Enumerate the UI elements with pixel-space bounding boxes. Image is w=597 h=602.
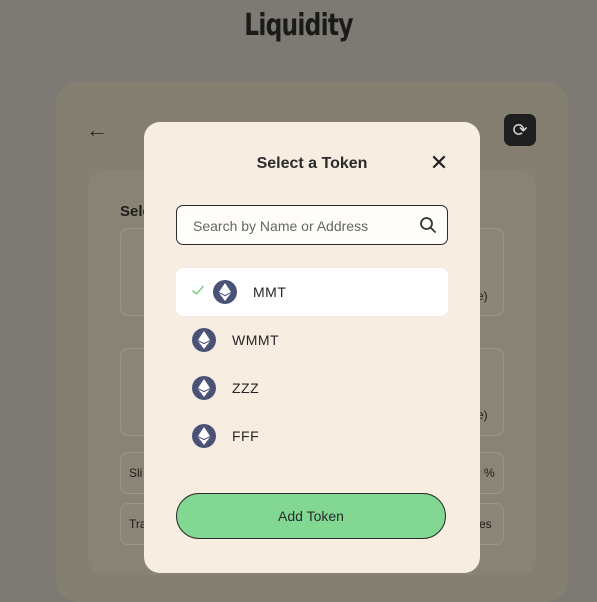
token-label: FFF [232,428,260,444]
token-list-item-zzz[interactable]: ZZZ [176,364,448,412]
check-icon [191,285,205,296]
page-title: Liquidity [244,8,353,43]
token-list-item-mmt[interactable]: MMT [176,268,448,316]
search-input[interactable] [191,206,415,246]
ethereum-token-icon [213,280,237,304]
token-label: ZZZ [232,380,260,396]
token-label: MMT [253,284,287,300]
close-icon[interactable]: ✕ [428,152,450,174]
ethereum-token-icon [192,424,216,448]
ethereum-token-icon [192,328,216,352]
select-token-modal: Select a Token ✕ MMT WMMT [144,122,480,573]
token-list-item-wmmt[interactable]: WMMT [176,316,448,364]
search-icon[interactable] [419,216,437,234]
transaction-suffix: es [479,517,492,531]
add-token-button[interactable]: Add Token [176,493,446,539]
back-arrow-icon[interactable]: ← [86,118,110,142]
search-field [176,205,448,246]
slippage-label: Sli [129,466,143,480]
ethereum-token-icon [192,376,216,400]
token-label: WMMT [232,332,280,348]
token-list-item-fff[interactable]: FFF [176,412,448,460]
slippage-suffix: % [484,466,495,480]
refresh-button[interactable]: ⟳ [504,114,536,146]
